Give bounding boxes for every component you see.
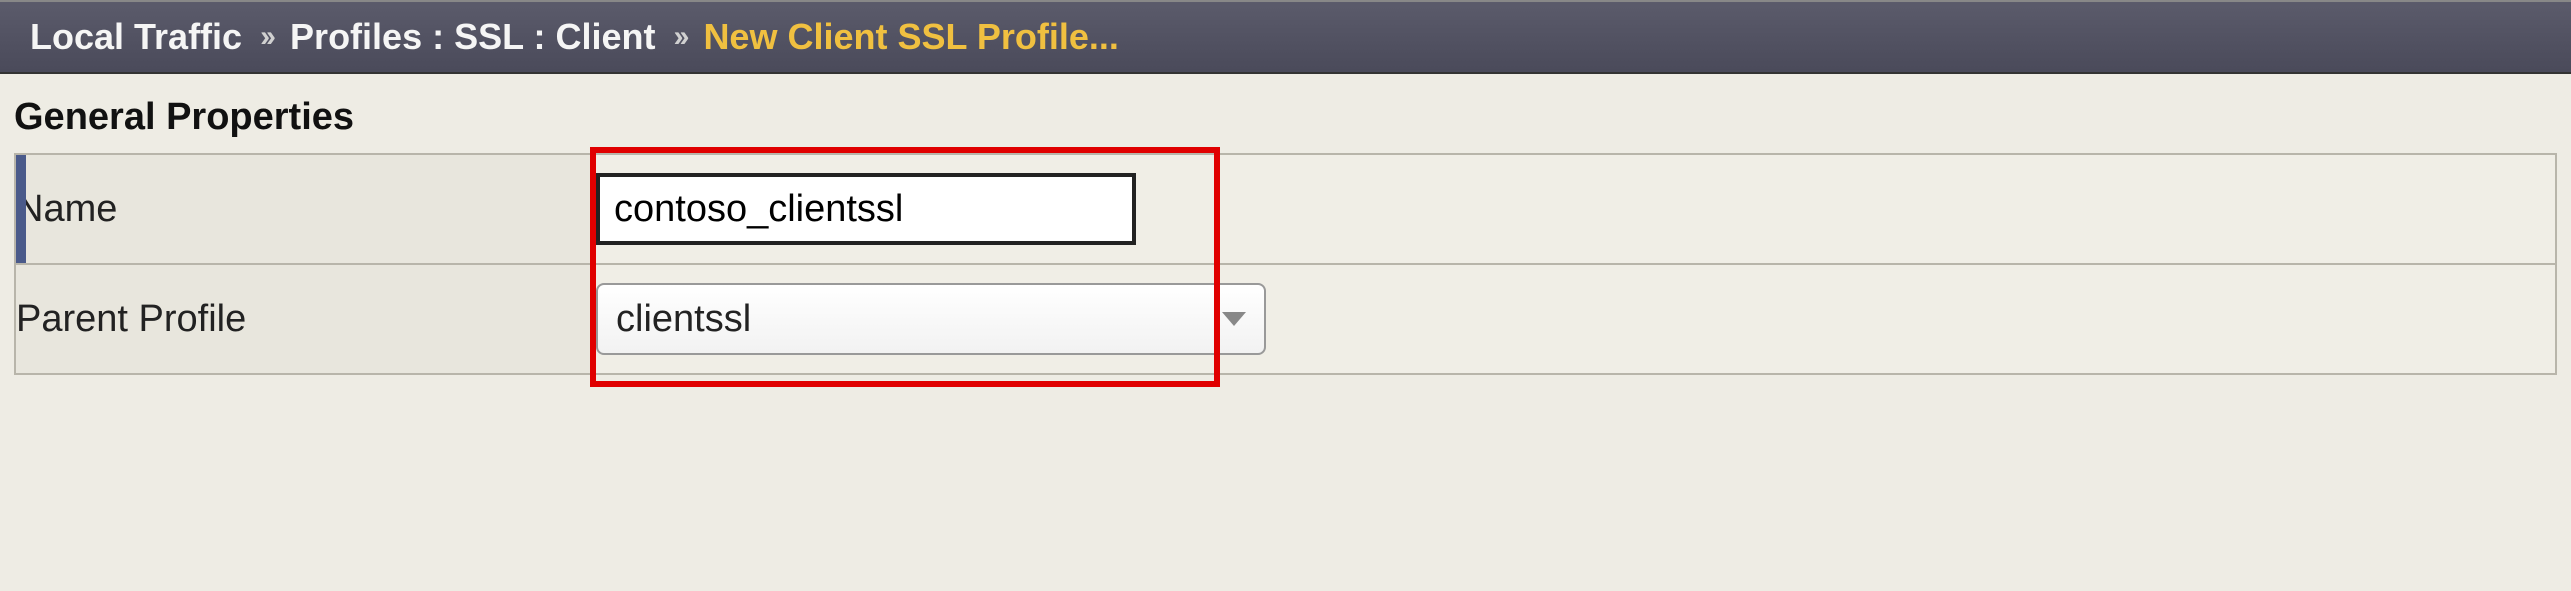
breadcrumb-root[interactable]: Local Traffic bbox=[30, 16, 242, 58]
breadcrumb: Local Traffic ›› Profiles : SSL : Client… bbox=[0, 0, 2571, 74]
parent-profile-selected-value: clientssl bbox=[616, 298, 1222, 341]
row-accent-bar bbox=[16, 155, 26, 263]
parent-profile-value-cell: clientssl bbox=[595, 264, 2556, 374]
chevron-down-icon bbox=[1222, 312, 1246, 326]
parent-profile-label-cell: Parent Profile bbox=[15, 264, 595, 374]
properties-table: Name Parent Profile clientssl bbox=[14, 153, 2557, 375]
breadcrumb-path[interactable]: Profiles : SSL : Client bbox=[290, 16, 655, 58]
breadcrumb-separator-icon: ›› bbox=[260, 20, 272, 54]
parent-profile-label: Parent Profile bbox=[16, 298, 246, 340]
breadcrumb-current: New Client SSL Profile... bbox=[703, 16, 1118, 58]
name-input[interactable] bbox=[596, 173, 1136, 245]
parent-profile-select[interactable]: clientssl bbox=[596, 283, 1266, 355]
table-row: Name bbox=[15, 154, 2556, 264]
name-label: Name bbox=[16, 188, 117, 230]
table-row: Parent Profile clientssl bbox=[15, 264, 2556, 374]
section-title: General Properties bbox=[0, 74, 2571, 153]
breadcrumb-separator-icon: ›› bbox=[673, 20, 685, 54]
name-label-cell: Name bbox=[15, 154, 595, 264]
form-area: Name Parent Profile clientssl bbox=[14, 153, 2557, 375]
name-value-cell bbox=[595, 154, 2556, 264]
